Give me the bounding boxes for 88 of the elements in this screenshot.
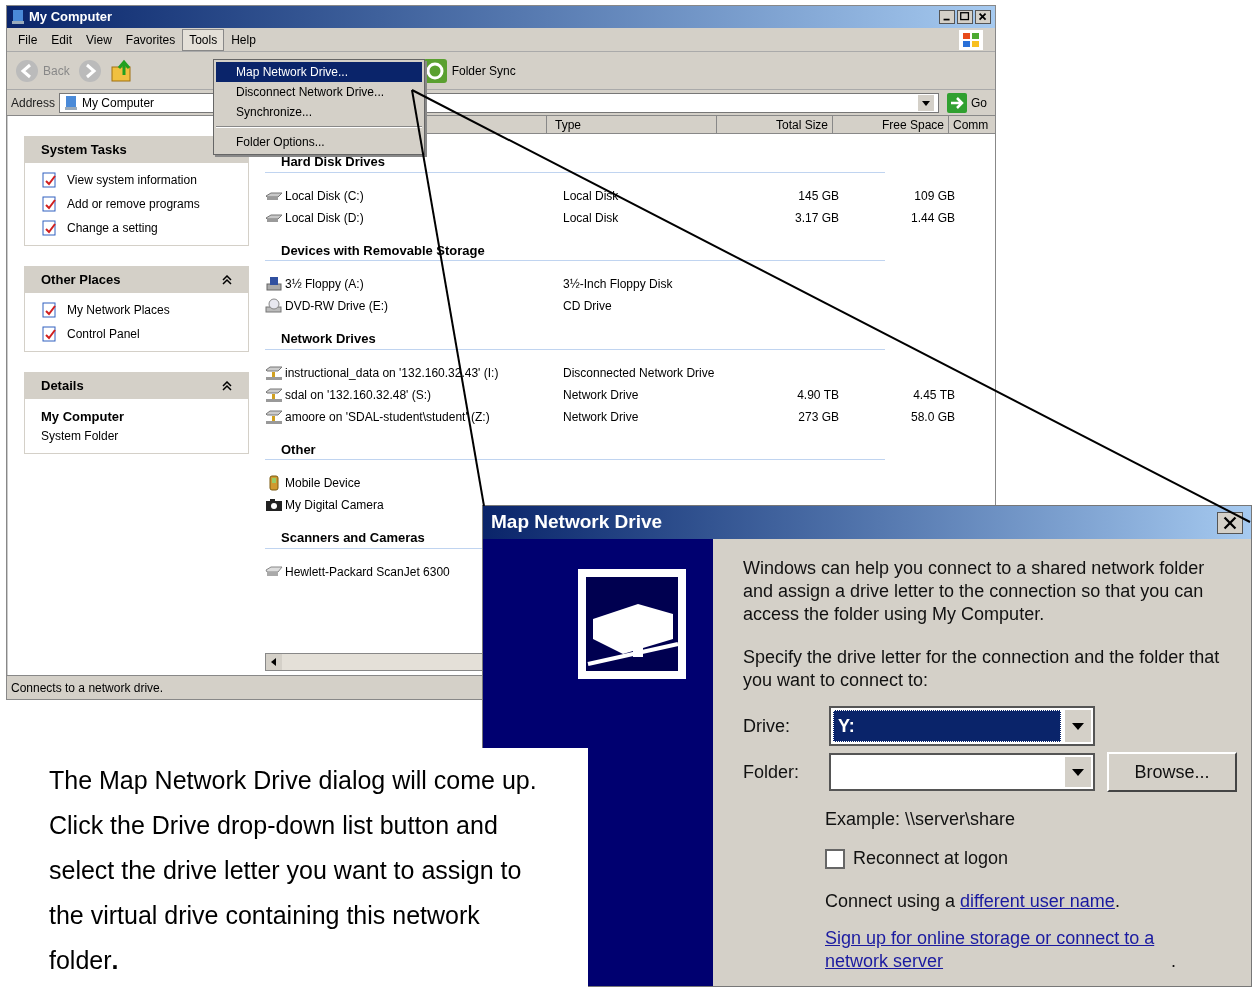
task-icon bbox=[41, 325, 59, 343]
maximize-icon[interactable] bbox=[957, 10, 973, 24]
folder-dropdown[interactable] bbox=[829, 753, 1095, 791]
drive-item[interactable]: Local Disk (D:) bbox=[265, 208, 555, 227]
details-name: My Computer bbox=[41, 408, 126, 426]
column-header[interactable]: Total Size bbox=[717, 116, 833, 133]
panel-title: System Tasks bbox=[41, 141, 127, 160]
size-cell-text: 145 GB bbox=[797, 187, 839, 205]
intro-text: Windows can help you connect to a shared network folder and assign a drive letter to the connection so that you can access the folder using My Computer. bbox=[743, 557, 1206, 626]
size-cell-text: 3.17 GB bbox=[793, 209, 839, 227]
details-type: System Folder bbox=[41, 427, 120, 445]
type-cell-text: 3½-Inch Floppy Disk bbox=[562, 276, 674, 293]
drive-item[interactable]: Local Disk (C:) bbox=[265, 186, 555, 205]
drive-label: Drive: bbox=[743, 714, 791, 738]
collapse-icon[interactable] bbox=[222, 381, 232, 391]
connect-using-text: Connect using a different user name. bbox=[825, 890, 1121, 913]
folder-label: Folder: bbox=[743, 760, 801, 784]
disc-drive-icon bbox=[265, 298, 283, 314]
panel-title: Details bbox=[41, 377, 84, 396]
type-cell-text: Local Disk bbox=[562, 209, 620, 227]
checkbox-label: Reconnect at logon bbox=[853, 847, 1009, 870]
drive-dropdown[interactable]: Y: bbox=[829, 706, 1095, 746]
size-cell-text: 58.0 GB bbox=[909, 408, 955, 426]
type-cell-text: Network Drive bbox=[562, 386, 640, 404]
close-icon[interactable] bbox=[1217, 511, 1243, 534]
drive-item[interactable]: 3½ Floppy (A:) bbox=[265, 275, 555, 293]
menu-item[interactable]: Help bbox=[224, 28, 263, 51]
column-header[interactable]: Free Space bbox=[833, 116, 949, 133]
floppy-drive-icon bbox=[265, 276, 283, 292]
user-name-link[interactable]: different user name bbox=[960, 891, 1115, 911]
signup-text: Sign up for online storage or connect to a network server . bbox=[825, 927, 1177, 973]
task-icon bbox=[41, 301, 59, 319]
size-cell-text: 4.45 TB bbox=[912, 386, 955, 404]
window-title: My Computer bbox=[29, 8, 113, 27]
size-cell-text: 4.90 TB bbox=[796, 386, 839, 404]
task-icon bbox=[41, 195, 59, 213]
drive-item[interactable]: Mobile Device bbox=[265, 474, 555, 492]
minimize-icon[interactable] bbox=[939, 10, 955, 24]
size-cell-text: 1.44 GB bbox=[909, 209, 955, 227]
example-text: Example: \\server\share bbox=[825, 808, 1017, 831]
network-drive-icon bbox=[578, 569, 686, 679]
group-header: Other bbox=[265, 439, 885, 460]
browse-button[interactable]: Browse... bbox=[1107, 752, 1237, 792]
column-header[interactable]: Type bbox=[547, 116, 717, 133]
menu-item[interactable]: Edit bbox=[44, 28, 80, 51]
windows-flag-icon bbox=[959, 29, 983, 50]
online-storage-link[interactable]: Sign up for online storage or connect to a network server bbox=[825, 927, 1171, 973]
drive-item[interactable]: DVD-RW Drive (E:) bbox=[265, 297, 555, 315]
drive-item[interactable]: amoore on 'SDAL-student\student' (Z:) bbox=[265, 407, 555, 426]
menu-item[interactable]: View bbox=[79, 28, 119, 51]
type-cell-text: CD Drive bbox=[562, 298, 613, 315]
type-cell-text: Network Drive bbox=[562, 408, 640, 426]
network-drive-icon bbox=[265, 386, 283, 403]
type-cell-text: Disconnected Network Drive bbox=[562, 364, 716, 382]
panel-title: Other Places bbox=[41, 271, 121, 290]
close-icon[interactable] bbox=[975, 10, 991, 24]
task-icon bbox=[41, 219, 59, 237]
type-cell-text: Local Disk bbox=[562, 187, 620, 205]
scroll-left-icon[interactable] bbox=[266, 654, 282, 670]
size-cell-text: 109 GB bbox=[913, 187, 955, 205]
network-drive-icon bbox=[265, 408, 283, 425]
task-link[interactable]: Control Panel bbox=[41, 325, 232, 343]
task-icon bbox=[41, 171, 59, 189]
menu-option[interactable]: Folder Options... bbox=[216, 132, 422, 152]
task-link[interactable]: View system information bbox=[41, 171, 232, 189]
task-link[interactable]: My Network Places bbox=[41, 301, 232, 319]
menu-item[interactable]: Favorites bbox=[118, 28, 183, 51]
collapse-icon[interactable] bbox=[222, 275, 232, 285]
drive-item[interactable]: sdal on '132.160.32.48' (S:) bbox=[265, 385, 555, 404]
address-label: Address bbox=[11, 94, 56, 112]
computer-icon bbox=[64, 94, 79, 111]
reconnect-checkbox[interactable] bbox=[825, 848, 845, 869]
instruction-text: Specify the drive letter for the connection and the folder that you want to connect to: bbox=[743, 646, 1221, 692]
drive-item[interactable]: Hewlett-Packard ScanJet 6300 bbox=[265, 562, 555, 581]
camera-icon bbox=[265, 497, 283, 513]
menu-item[interactable]: Tools bbox=[182, 28, 225, 51]
task-link[interactable]: Add or remove programs bbox=[41, 195, 232, 213]
menu-option[interactable]: Map Network Drive... bbox=[216, 62, 422, 82]
callout-text: The Map Network Drive dialog will come up. Click the Drive drop-down list button and select the drive letter you want to assign to the virtual drive containing this network folder. bbox=[49, 765, 538, 976]
status-text: Connects to a network drive. bbox=[11, 679, 164, 697]
menu-item[interactable]: File bbox=[11, 28, 45, 51]
column-header[interactable]: Comm bbox=[949, 116, 993, 133]
network-drive-icon bbox=[265, 364, 283, 381]
go-button[interactable]: Go bbox=[943, 92, 991, 113]
task-link[interactable]: Change a setting bbox=[41, 219, 232, 237]
group-header: Network Drives bbox=[265, 329, 885, 350]
computer-icon bbox=[11, 9, 25, 25]
size-cell-text: 273 GB bbox=[797, 408, 839, 426]
